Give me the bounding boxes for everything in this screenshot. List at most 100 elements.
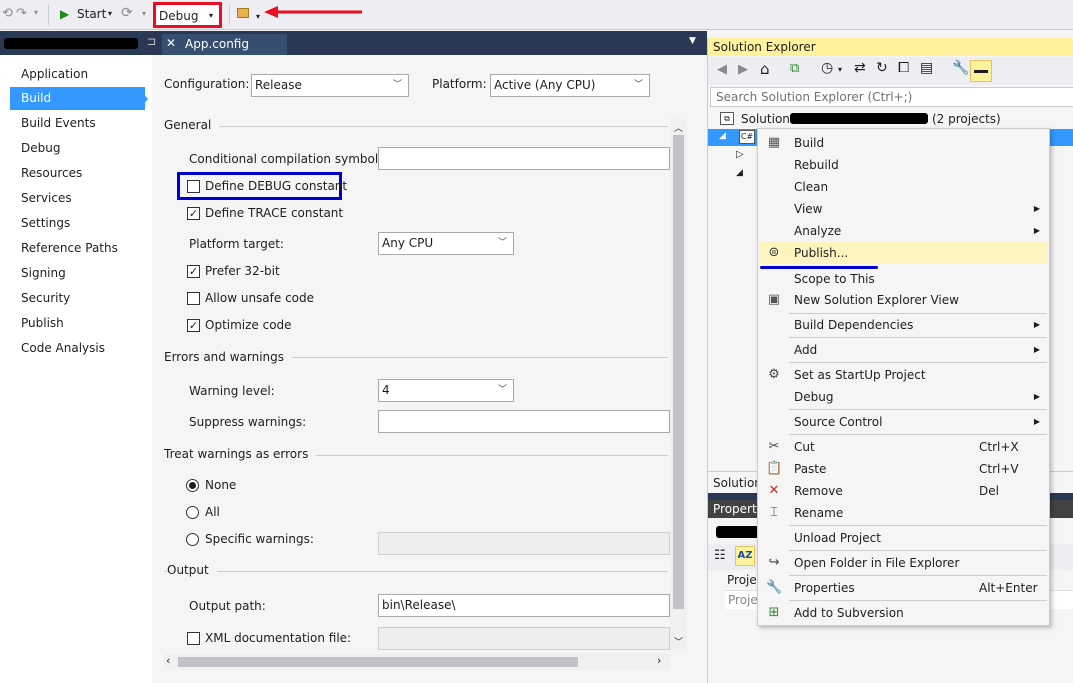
start-button[interactable]: Start bbox=[77, 7, 106, 21]
menu-item-unload-project[interactable]: Unload Project bbox=[759, 527, 1048, 549]
pending-dropdown-icon[interactable]: ▾ bbox=[838, 65, 842, 74]
forward-icon[interactable]: ▶ bbox=[738, 62, 748, 77]
alphabetical-sort-icon[interactable]: AZ bbox=[735, 546, 755, 566]
close-icon[interactable]: ✕ bbox=[166, 36, 176, 50]
nav-item-settings[interactable]: Settings bbox=[10, 212, 145, 235]
toolbar-overflow-icon[interactable]: ▾ bbox=[256, 12, 260, 21]
expanded-arrow-icon[interactable]: ◢ bbox=[736, 168, 743, 178]
tab-list-dropdown-icon[interactable]: ▼ bbox=[689, 36, 696, 46]
pin-tab-icon[interactable]: ⊐ bbox=[147, 35, 156, 48]
xml-doc-checkbox[interactable] bbox=[187, 632, 200, 645]
find-in-files-icon[interactable] bbox=[237, 8, 249, 18]
horizontal-scroll-thumb[interactable] bbox=[178, 657, 578, 667]
allow-unsafe-checkbox[interactable] bbox=[187, 292, 200, 305]
vertical-scrollbar[interactable]: ︿ ﹀ bbox=[670, 119, 687, 651]
start-play-icon[interactable]: ▶ bbox=[60, 7, 69, 21]
menu-item-cut[interactable]: ✂ Cut Ctrl+X bbox=[759, 436, 1048, 458]
menu-item-paste[interactable]: 📋 Paste Ctrl+V bbox=[759, 458, 1048, 480]
collapsed-arrow-icon[interactable]: ▷ bbox=[736, 149, 744, 160]
back-icon[interactable]: ◀ bbox=[717, 62, 727, 77]
menu-item-remove[interactable]: ✕ Remove Del bbox=[759, 480, 1048, 502]
define-debug-checkbox[interactable] bbox=[187, 180, 200, 193]
pending-changes-icon[interactable]: ◷ bbox=[821, 60, 833, 76]
nav-item-services[interactable]: Services bbox=[10, 187, 145, 210]
nav-item-build-events[interactable]: Build Events bbox=[10, 112, 145, 135]
menu-separator bbox=[789, 409, 1047, 410]
menu-item-open-folder[interactable]: ↪ Open Folder in File Explorer bbox=[759, 552, 1048, 574]
nav-item-signing[interactable]: Signing bbox=[10, 262, 145, 285]
menu-item-analyze[interactable]: Analyze ▶ bbox=[759, 220, 1048, 242]
scroll-up-icon[interactable]: ︿ bbox=[674, 121, 683, 134]
nav-item-debug[interactable]: Debug bbox=[10, 137, 145, 160]
nav-item-publish[interactable]: Publish bbox=[10, 312, 145, 335]
properties-wrench-icon[interactable]: 🔧 bbox=[952, 60, 969, 76]
menu-item-view[interactable]: View ▶ bbox=[759, 198, 1048, 220]
menu-item-clean[interactable]: Clean bbox=[759, 176, 1048, 198]
nav-item-security[interactable]: Security bbox=[10, 287, 145, 310]
treat-specific-radio[interactable] bbox=[186, 533, 199, 546]
collapse-all-icon[interactable]: ⧠ bbox=[898, 60, 909, 76]
horizontal-scrollbar[interactable]: ‹ › bbox=[164, 654, 670, 670]
define-trace-checkbox[interactable]: ✓ bbox=[187, 207, 200, 220]
nav-item-code-analysis[interactable]: Code Analysis bbox=[10, 337, 145, 360]
menu-item-publish[interactable]: ⊜ Publish... bbox=[759, 242, 1048, 264]
configuration-combo[interactable]: Release ﹀ bbox=[251, 74, 409, 97]
nav-item-resources[interactable]: Resources bbox=[10, 162, 145, 185]
redo-dropdown-icon[interactable]: ▾ bbox=[34, 8, 38, 17]
menu-item-build[interactable]: ▦ Build bbox=[759, 132, 1048, 154]
treat-none-radio[interactable] bbox=[186, 479, 199, 492]
menu-item-properties[interactable]: 🔧 Properties Alt+Enter bbox=[759, 577, 1048, 599]
treat-all-radio[interactable] bbox=[186, 506, 199, 519]
scroll-left-icon[interactable]: ‹ bbox=[166, 654, 170, 667]
menu-item-set-startup-project[interactable]: ⚙ Set as StartUp Project bbox=[759, 364, 1048, 386]
scroll-down-icon[interactable]: ﹀ bbox=[674, 635, 683, 648]
tab-app-config[interactable]: ✕ App.config bbox=[162, 34, 287, 55]
menu-item-scope-to-this[interactable]: Scope to This bbox=[759, 268, 1048, 290]
nav-item-build[interactable]: Build bbox=[10, 87, 145, 110]
menu-item-new-solution-explorer-view[interactable]: ▣ New Solution Explorer View bbox=[759, 289, 1048, 311]
xml-doc-input[interactable] bbox=[378, 627, 670, 650]
nav-item-application[interactable]: Application bbox=[10, 63, 145, 86]
nav-item-reference-paths[interactable]: Reference Paths bbox=[10, 237, 145, 260]
submenu-arrow-icon: ▶ bbox=[1033, 392, 1040, 401]
cond-symbols-input[interactable] bbox=[378, 147, 670, 170]
start-dropdown-icon[interactable]: ▾ bbox=[108, 9, 112, 18]
menu-item-add[interactable]: Add ▶ bbox=[759, 339, 1048, 361]
preview-selected-button[interactable] bbox=[970, 60, 992, 82]
suppress-warnings-input[interactable] bbox=[378, 410, 670, 433]
nav-selected-pointer bbox=[142, 92, 148, 106]
warning-level-combo[interactable]: 4 ﹀ bbox=[378, 379, 514, 402]
build-icon: ▦ bbox=[767, 135, 781, 150]
prefer-32bit-checkbox[interactable]: ✓ bbox=[187, 265, 200, 278]
vertical-scroll-thumb[interactable] bbox=[673, 135, 684, 609]
show-all-files-icon[interactable]: ▤ bbox=[920, 60, 933, 76]
home-icon[interactable]: ⌂ bbox=[760, 60, 770, 78]
scroll-right-icon[interactable]: › bbox=[657, 654, 661, 667]
menu-item-rename[interactable]: ⌶ Rename bbox=[759, 502, 1048, 524]
menu-item-add-to-subversion[interactable]: ⊞ Add to Subversion bbox=[759, 602, 1048, 624]
sync-icon[interactable]: ⇄ bbox=[854, 60, 866, 76]
config-dropdown[interactable]: Debug ▾ bbox=[153, 2, 222, 28]
platform-combo[interactable]: Active (Any CPU) ﹀ bbox=[490, 74, 650, 97]
output-path-input[interactable]: bin\Release\ bbox=[378, 594, 670, 617]
menu-item-rebuild[interactable]: Rebuild bbox=[759, 154, 1048, 176]
platform-target-combo[interactable]: Any CPU ﹀ bbox=[378, 232, 514, 255]
optimize-code-checkbox[interactable]: ✓ bbox=[187, 319, 200, 332]
menu-separator bbox=[789, 434, 1047, 435]
expand-arrow-icon[interactable]: ◢ bbox=[719, 131, 726, 141]
menu-item-debug[interactable]: Debug ▶ bbox=[759, 386, 1048, 408]
refresh-icon[interactable]: ↻ bbox=[876, 60, 888, 76]
switch-views-icon[interactable]: ⧉ bbox=[790, 61, 799, 76]
redo-icon[interactable]: ↷ bbox=[16, 6, 27, 21]
specific-warnings-input[interactable] bbox=[378, 532, 670, 555]
menu-separator bbox=[789, 550, 1047, 551]
refresh-dropdown-icon[interactable]: ▾ bbox=[142, 9, 146, 18]
refresh-icon[interactable]: ⟳ bbox=[121, 5, 133, 21]
undo-icon[interactable]: ⟲ bbox=[2, 6, 13, 21]
solution-prefix[interactable]: Solution ' bbox=[741, 112, 797, 126]
menu-item-build-dependencies[interactable]: Build Dependencies ▶ bbox=[759, 314, 1048, 336]
menu-item-source-control[interactable]: Source Control ▶ bbox=[759, 411, 1048, 433]
categorized-icon[interactable]: ☷ bbox=[714, 548, 726, 563]
menu-label: Build bbox=[794, 136, 825, 150]
solution-search-input[interactable]: Search Solution Explorer (Ctrl+;) bbox=[710, 87, 1073, 107]
